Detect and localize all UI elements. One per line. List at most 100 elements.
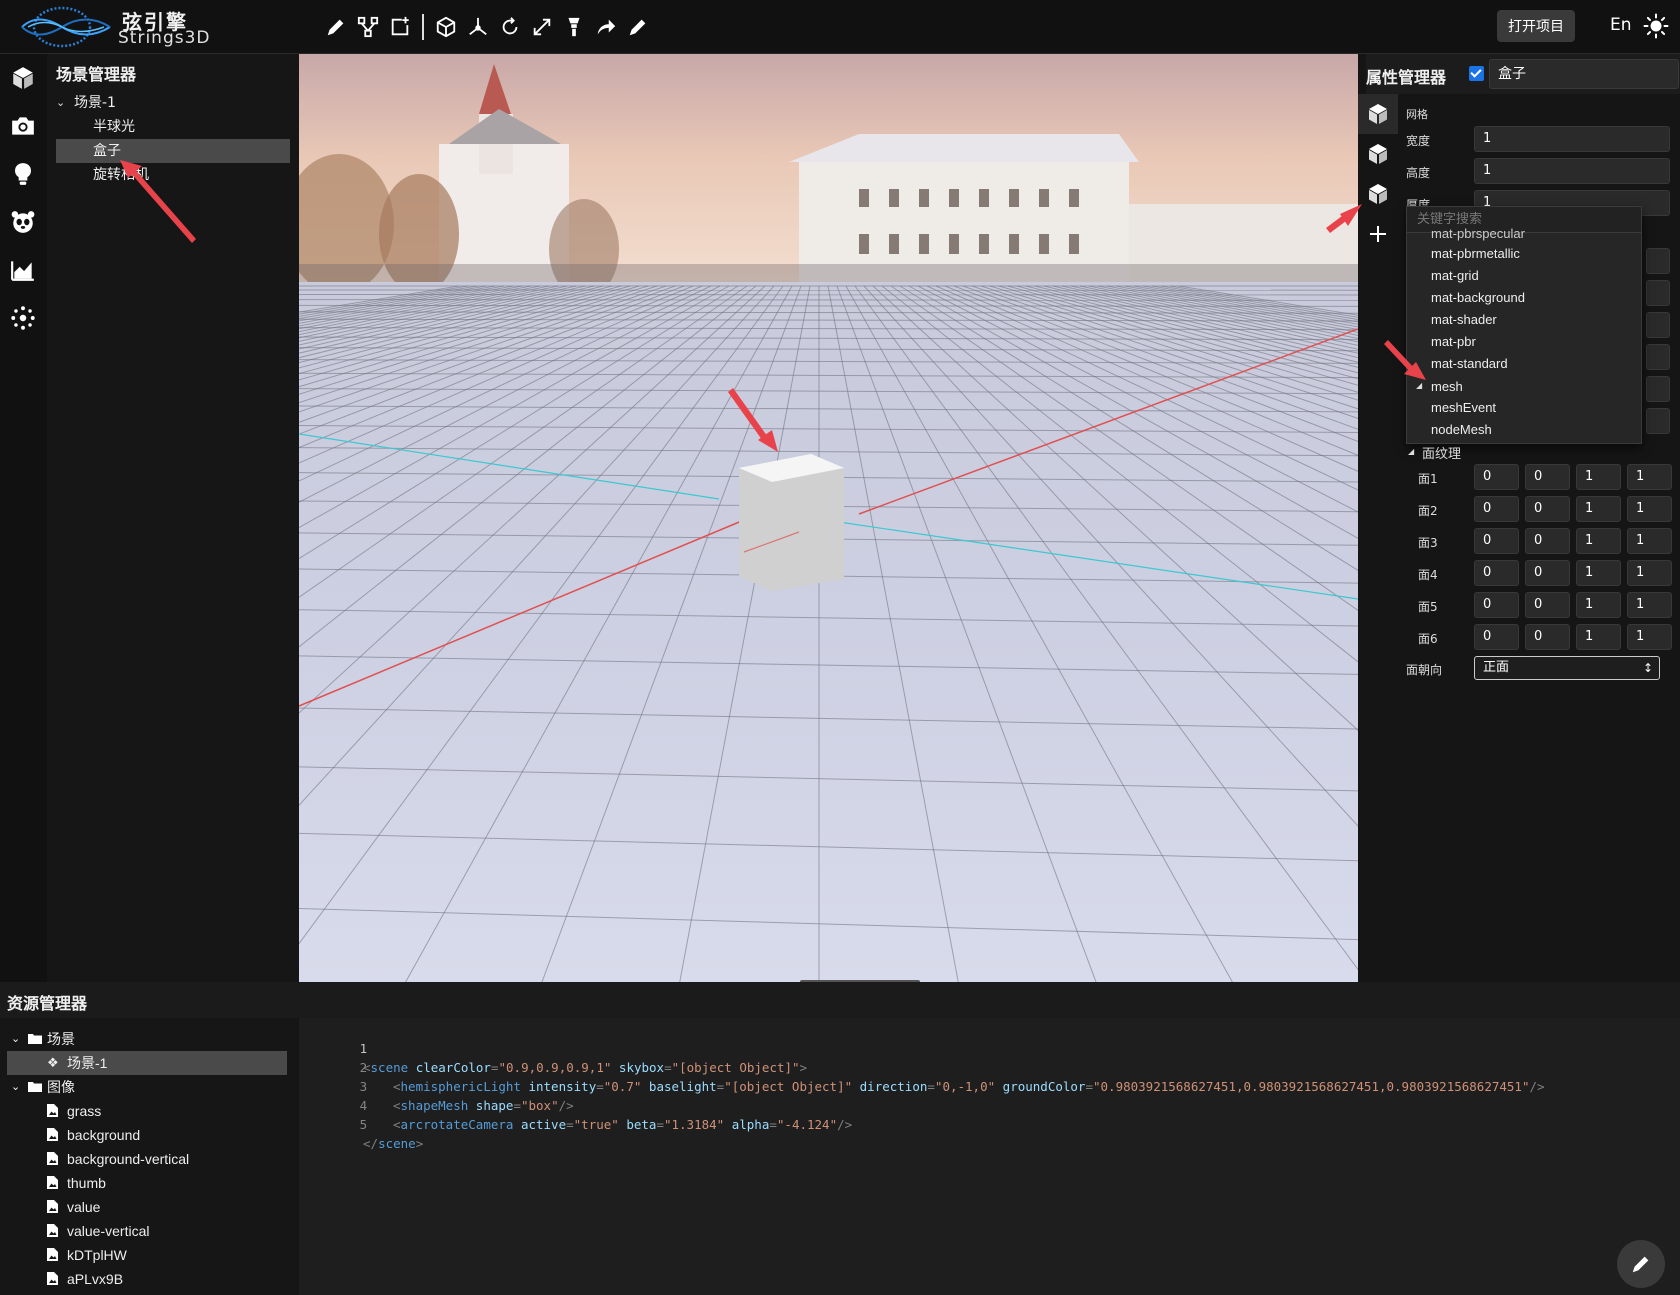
dropdown-item[interactable]: mat-pbr [1431,331,1476,353]
object-name-input[interactable]: 盒子 [1489,59,1679,89]
face-uv-input[interactable]: 0 [1525,464,1570,490]
panda-icon[interactable] [10,209,36,235]
spotlight-icon[interactable] [558,11,590,43]
image-asset-row[interactable]: thumb [47,1171,277,1195]
dropdown-item[interactable]: mesh [1431,376,1463,398]
face-uv-input[interactable]: 1 [1576,624,1621,650]
open-project-button[interactable]: 打开项目 [1497,10,1575,42]
scene-root-row[interactable]: ⌄ 场景-1 [56,91,286,115]
asset-manager-panel: ⌄ 场景 ❖ 场景-1 ⌄ 图像 grass background backgrou… [0,1018,299,1295]
chevron-down-icon[interactable]: ⌄ [11,1075,20,1099]
face-uv-input[interactable]: 0 [1474,496,1519,522]
face-uv-input[interactable]: 0 [1474,464,1519,490]
camera-icon[interactable] [10,113,36,139]
3d-viewport[interactable] [299,54,1358,982]
visibility-checkbox[interactable] [1469,66,1484,81]
chevron-down-icon[interactable]: ⌄ [56,91,70,115]
code-attr: beta [626,1117,657,1132]
cube-outline-icon[interactable] [430,11,462,43]
plus-icon[interactable] [1366,222,1390,246]
asset-scene-item[interactable]: ❖ 场景-1 [7,1051,287,1075]
image-asset-row[interactable]: aPLvx9B [47,1267,277,1291]
face-uv-input[interactable]: 1 [1627,496,1672,522]
face-uv-input[interactable]: 0 [1474,624,1519,650]
image-asset-row[interactable]: background [47,1123,277,1147]
cube-icon[interactable] [10,65,36,91]
dropdown-item[interactable]: mat-pbrspecular [1431,223,1525,245]
field-stub[interactable] [1646,280,1670,306]
redo-arrow-icon[interactable] [590,11,622,43]
mesh-cube-icon[interactable] [1366,102,1390,126]
face-uv-input[interactable]: 0 [1525,592,1570,618]
nodes-icon[interactable] [352,11,384,43]
scene-manager-title: 场景管理器 [56,65,137,84]
chevron-down-icon[interactable]: ⌄ [11,1027,20,1051]
face-uv-input[interactable]: 1 [1576,592,1621,618]
viewport-scene [299,54,1358,982]
face-uv-input[interactable]: 1 [1627,624,1672,650]
dropdown-item[interactable]: mat-background [1431,287,1525,309]
face-uv-input[interactable]: 0 [1525,496,1570,522]
face-uv-input[interactable]: 0 [1474,528,1519,554]
folder-image-row[interactable]: ⌄ 图像 [11,1075,281,1099]
language-toggle[interactable]: En [1610,15,1632,35]
dropdown-item[interactable]: mat-grid [1431,265,1479,287]
axes-icon[interactable] [462,11,494,43]
add-frame-icon[interactable] [384,11,416,43]
field-stub[interactable] [1646,376,1670,402]
face-uv-input[interactable]: 0 [1474,592,1519,618]
orientation-select[interactable]: 正面 ↕ [1474,656,1660,680]
face-uv-input[interactable]: 1 [1627,528,1672,554]
face-uv-input[interactable]: 1 [1576,464,1621,490]
scene-item-hemispheric-light[interactable]: 半球光 [56,115,286,139]
width-input[interactable]: 1 [1474,126,1670,152]
image-asset-row[interactable]: grass [47,1099,277,1123]
material-cube-icon[interactable] [1366,142,1390,166]
scene-item-rotate-camera[interactable]: 旋转相机 [56,163,286,187]
image-asset-label: value-vertical [67,1223,150,1239]
scale-icon[interactable] [526,11,558,43]
face-uv-input[interactable]: 0 [1525,624,1570,650]
light-bulb-icon[interactable] [10,161,36,187]
face-uv-input[interactable]: 1 [1576,496,1621,522]
dropdown-item[interactable]: mat-standard [1431,353,1508,375]
image-asset-row[interactable]: background-vertical [47,1147,277,1171]
image-asset-row[interactable]: value [47,1195,277,1219]
face-uv-input[interactable]: 1 [1627,464,1672,490]
code-line: 2 <hemisphericLight intensity="0.7" base… [299,1039,1680,1094]
face-uv-input[interactable]: 1 [1627,592,1672,618]
field-stub[interactable] [1646,344,1670,370]
field-stub[interactable] [1646,408,1670,434]
face-uv-input[interactable]: 1 [1627,560,1672,586]
field-stub[interactable] [1646,312,1670,338]
face-uv-input[interactable]: 1 [1576,560,1621,586]
dropdown-item[interactable]: mat-pbrmetallic [1431,243,1520,265]
edit-fab-button[interactable] [1617,1240,1665,1288]
area-chart-icon[interactable] [10,257,36,283]
sun-icon[interactable] [1643,13,1669,39]
face-uv-input[interactable]: 0 [1525,560,1570,586]
height-input[interactable]: 1 [1474,158,1670,184]
top-bar: 弦引擎 Strings3D 打开项目 En [0,0,1680,54]
toolbar [320,10,654,44]
dropdown-item[interactable]: nodeMesh [1431,419,1492,441]
image-asset-row[interactable]: value-vertical [47,1219,277,1243]
collapse-triangle-icon[interactable]: ◢ [1408,447,1414,456]
image-asset-label: background-vertical [67,1151,190,1167]
face-uv-input[interactable]: 1 [1576,528,1621,554]
rotate-icon[interactable] [494,11,526,43]
face-uv-input[interactable]: 0 [1474,560,1519,586]
edit-icon[interactable] [622,11,654,43]
dropdown-item[interactable]: meshEvent [1431,397,1496,419]
dropdown-item[interactable]: mat-shader [1431,309,1497,331]
face-uv-input[interactable]: 0 [1525,528,1570,554]
pencil-icon[interactable] [320,11,352,43]
texture-cube-icon[interactable] [1366,182,1390,206]
image-asset-row[interactable]: kDTplHW [47,1243,277,1267]
code-editor[interactable]: 1 <scene clearColor="0.9,0.9,0.9,1" skyb… [299,1018,1680,1295]
scene-item-box[interactable]: 盒子 [56,139,290,163]
particles-icon[interactable] [10,305,36,331]
field-stub[interactable] [1646,248,1670,274]
folder-scene-row[interactable]: ⌄ 场景 [11,1027,281,1051]
collapse-triangle-icon[interactable]: ◢ [1416,381,1422,390]
